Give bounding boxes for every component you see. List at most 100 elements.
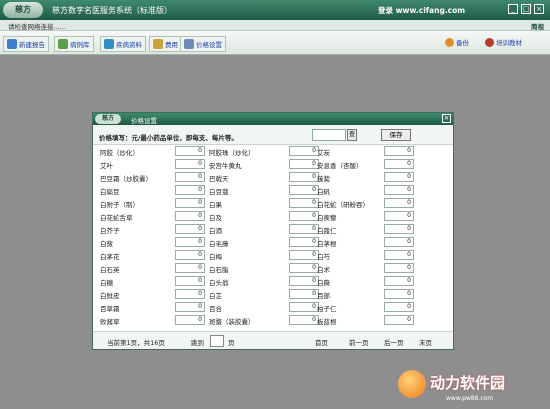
watermark-text: 动力软件园 — [430, 374, 506, 392]
table-row: 阿胶（炒化） 0 阿胶珠（炒化） 0 艾炭 0 — [93, 145, 453, 157]
dialog-title: 价格设置 — [131, 117, 157, 125]
herb-name: 百草霜 — [100, 305, 120, 313]
training-label: 培训教材 — [496, 39, 522, 47]
herb-price-input[interactable]: 0 — [175, 302, 205, 312]
herb-price-input[interactable]: 0 — [289, 185, 319, 195]
close-button[interactable]: × — [534, 4, 544, 14]
last-page-link[interactable]: 末页 — [419, 337, 432, 347]
herb-price-input[interactable]: 0 — [384, 263, 414, 273]
app-title: 慈方数字名医服务系统（标准版） — [52, 6, 172, 15]
herb-price-input[interactable]: 0 — [175, 185, 205, 195]
herb-price-input[interactable]: 0 — [289, 276, 319, 286]
first-page-link[interactable]: 首页 — [315, 337, 328, 347]
price-settings-label: 价格设置 — [196, 41, 222, 49]
herb-price-input[interactable]: 0 — [384, 237, 414, 247]
herb-name: 白梅 — [209, 253, 222, 261]
herb-price-input[interactable]: 0 — [175, 315, 205, 325]
herb-price-input[interactable]: 0 — [289, 146, 319, 156]
herb-name: 白花蛇（研粉吞） — [317, 201, 369, 209]
herb-price-input[interactable]: 0 — [289, 315, 319, 325]
save-button[interactable]: 保存 — [381, 129, 411, 141]
herb-price-input[interactable]: 0 — [175, 250, 205, 260]
fees-button[interactable]: 费用 — [149, 36, 182, 52]
herb-name: 百合 — [209, 305, 222, 313]
herb-price-input[interactable]: 0 — [175, 198, 205, 208]
herb-price-input[interactable]: 0 — [384, 172, 414, 182]
maximize-button[interactable]: □ — [521, 4, 531, 14]
herb-name: 白术 — [317, 266, 330, 274]
table-row: 白糖 0 白头翁 0 白薇 0 — [93, 275, 453, 287]
table-row: 白鲜皮 0 白芷 0 百部 0 — [93, 288, 453, 300]
herb-name: 菝葜 — [317, 175, 330, 183]
herb-price-input[interactable]: 0 — [175, 289, 205, 299]
herb-name: 安息香（杏酸） — [317, 162, 363, 170]
minimize-button[interactable]: _ — [508, 4, 518, 14]
watermark-url: www.pw88.com — [446, 395, 494, 402]
herb-price-input[interactable]: 0 — [384, 302, 414, 312]
herb-price-input[interactable]: 0 — [384, 224, 414, 234]
price-settings-dialog: 慈方 价格设置 ✕ 价格填写：元/最小药品单位，即每支、每片等。 查 保存 阿胶… — [92, 112, 454, 350]
herb-price-input[interactable]: 0 — [175, 172, 205, 182]
herb-name: 白芍 — [317, 253, 330, 261]
herb-price-input[interactable]: 0 — [384, 159, 414, 169]
training-button[interactable]: 培训教材 — [485, 37, 522, 47]
herb-price-input[interactable]: 0 — [384, 146, 414, 156]
table-row: 艾叶 0 安宫牛黄丸 0 安息香（杏酸） 0 — [93, 158, 453, 170]
herb-price-input[interactable]: 0 — [289, 289, 319, 299]
fees-icon — [153, 39, 163, 49]
prev-page-link[interactable]: 前一页 — [349, 337, 369, 347]
next-page-link[interactable]: 后一页 — [384, 337, 404, 347]
herb-price-input[interactable]: 0 — [384, 211, 414, 221]
herb-price-input[interactable]: 0 — [175, 159, 205, 169]
herb-price-input[interactable]: 0 — [384, 185, 414, 195]
new-report-icon — [7, 39, 17, 49]
herb-price-input[interactable]: 0 — [175, 237, 205, 247]
herb-price-input[interactable]: 0 — [289, 198, 319, 208]
herb-price-input[interactable]: 0 — [289, 250, 319, 260]
herb-price-input[interactable]: 0 — [289, 211, 319, 221]
herb-price-input[interactable]: 0 — [289, 302, 319, 312]
price-settings-button[interactable]: 价格设置 — [180, 36, 226, 52]
table-row: 白茅花 0 白梅 0 白芍 0 — [93, 249, 453, 261]
status-bar: 请检查网络连接...... 简视 — [0, 20, 550, 31]
search-input[interactable] — [312, 129, 346, 141]
jump-label: 跳到 — [191, 339, 204, 347]
herb-price-input[interactable]: 0 — [289, 159, 319, 169]
disease-data-button[interactable]: 疾病资料 — [100, 36, 146, 52]
disease-data-icon — [104, 39, 114, 49]
new-report-button[interactable]: 新建报告 — [3, 36, 49, 52]
herb-price-input[interactable]: 0 — [384, 250, 414, 260]
herb-price-input[interactable]: 0 — [175, 211, 205, 221]
herb-price-input[interactable]: 0 — [384, 289, 414, 299]
herb-price-input[interactable]: 0 — [175, 146, 205, 156]
herb-name: 白芷 — [209, 292, 222, 300]
login-link[interactable]: 登录 www.cifang.com — [378, 5, 465, 16]
herb-price-input[interactable]: 0 — [289, 237, 319, 247]
herb-name: 白花蛇舌草 — [100, 214, 133, 222]
herb-price-input[interactable]: 0 — [175, 224, 205, 234]
herb-price-input[interactable]: 0 — [289, 263, 319, 273]
case-library-button[interactable]: 病例库 — [54, 36, 94, 52]
table-row: 百草霜 0 百合 0 柏子仁 0 — [93, 301, 453, 313]
herb-price-input[interactable]: 0 — [384, 315, 414, 325]
herb-price-input[interactable]: 0 — [384, 276, 414, 286]
search-button[interactable]: 查 — [347, 129, 357, 141]
backup-button[interactable]: 备份 — [445, 37, 469, 47]
herb-name: 白毛藤 — [209, 240, 229, 248]
herb-price-input[interactable]: 0 — [175, 263, 205, 273]
app-logo: 慈方 — [3, 2, 43, 18]
jump-page-input[interactable] — [210, 335, 224, 347]
herb-price-input[interactable]: 0 — [289, 172, 319, 182]
table-row: 白蔹 0 白毛藤 0 白茅根 0 — [93, 236, 453, 248]
herb-price-input[interactable]: 0 — [289, 224, 319, 234]
herb-price-input[interactable]: 0 — [384, 198, 414, 208]
dialog-logo: 慈方 — [95, 114, 121, 124]
dialog-close-icon[interactable]: ✕ — [442, 114, 451, 123]
table-row: 败酱草 0 斑蝥（装胶囊） 0 板蓝根 0 — [93, 314, 453, 326]
herb-price-input[interactable]: 0 — [175, 276, 205, 286]
collapse-button[interactable]: 简视 — [531, 21, 544, 31]
table-row: 白附子（制） 0 白果 0 白花蛇（研粉吞） 0 — [93, 197, 453, 209]
herb-name: 柏子仁 — [317, 305, 337, 313]
herb-name: 白矾 — [317, 188, 330, 196]
herb-name: 安宫牛黄丸 — [209, 162, 242, 170]
